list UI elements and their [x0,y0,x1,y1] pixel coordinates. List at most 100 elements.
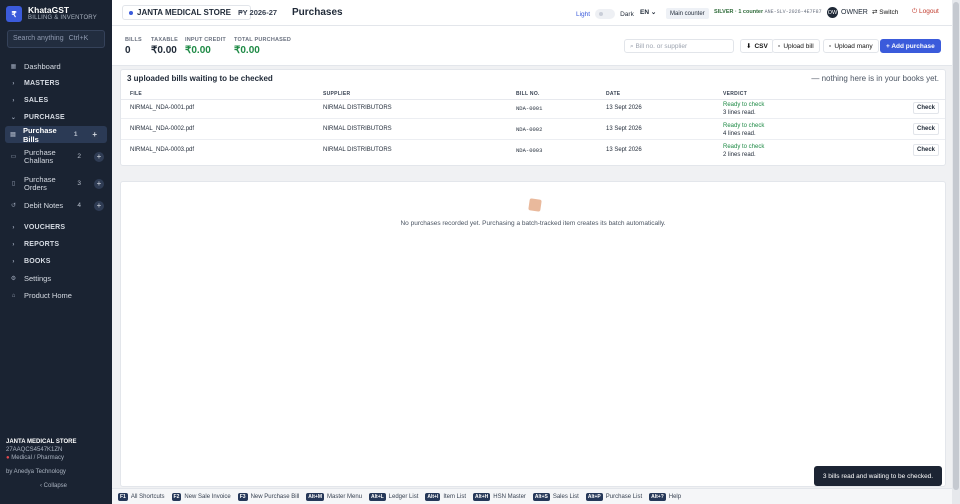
page-title: Purchases [292,7,343,18]
file-name[interactable]: NIRMAL_NDA-0002.pdf [130,126,194,132]
home-icon: ⌂ [11,292,16,299]
sidebar-section-sales[interactable]: › SALES [0,92,112,109]
check-button[interactable]: Check [913,123,939,135]
verdict-lines: 3 lines read. [723,110,756,116]
shortcut-label: Master Menu [327,493,363,500]
sidebar-item-label: Purchase Bills [22,125,57,144]
language-selector[interactable]: EN ⌄ [640,8,656,16]
box-icon [528,198,542,212]
stats-bar: BILLS 0 TAXABLE ₹0.00 INPUT CREDIT ₹0.00 TO… [112,26,952,66]
store-name: JANTA MEDICAL STORE [6,439,77,445]
chevron-right-icon: › [12,97,15,104]
sidebar-section-label: MASTERS [24,80,60,87]
upload-many-button[interactable]: ▫ Upload many [823,39,879,53]
upload-bill-button[interactable]: ▫ Upload bill [772,39,820,53]
check-button[interactable]: Check [913,144,939,156]
sidebar-item-settings[interactable]: ⚙ Settings [0,270,112,287]
counter-badge[interactable]: Main counter [666,8,709,19]
sidebar-item-count: 4 [77,202,81,209]
file-name[interactable]: NIRMAL_NDA-0001.pdf [130,105,194,111]
gear-icon: ⚙ [10,276,17,282]
theme-toggle[interactable] [595,9,616,19]
add-purchase-order-button[interactable]: + [94,178,104,189]
sidebar-item-purchase-challans[interactable]: ▭ Purchase Challans 2 + [0,143,112,170]
shortcut-key[interactable]: F2 [171,492,182,501]
verdict: Ready to check 2 lines read. [723,143,764,159]
switch-button[interactable]: ⇄ Switch [872,8,898,16]
sidebar-item-label: Purchase Challans [24,147,56,165]
sidebar-item-count: 3 [77,179,81,187]
shortcut-label: Purchase List [605,493,643,500]
table-row: NIRMAL_NDA-0002.pdf NIRMAL DISTRIBUTORS … [121,119,945,140]
logout-button[interactable]: ⏻ Logout [912,8,939,16]
column-date: DATE [606,91,621,97]
sidebar-item-purchase-orders[interactable]: ▯ Purchase Orders 3 + [0,170,112,197]
sidebar-section-label: REPORTS [24,241,60,248]
debit-note-icon: ↺ [10,203,17,209]
sidebar-item-purchase-bills[interactable]: ▤ Purchase Bills 1 + [5,125,107,144]
theme-light-label: Light [576,10,591,18]
verdict-status: Ready to check [723,123,765,129]
shortcut-key[interactable]: Alt+I [425,492,441,501]
add-purchase-challan-button[interactable]: + [94,151,104,162]
chevron-right-icon: › [12,241,15,248]
dashboard-icon: ▦ [10,64,17,70]
collapse-button[interactable]: ‹ Collapse [40,482,76,490]
avatar[interactable]: OW [827,7,838,18]
switch-label: Switch [879,9,899,16]
sidebar-item-debit-notes[interactable]: ↺ Debit Notes 4 + [0,197,112,214]
verdict-lines: 4 lines read. [723,131,756,137]
bill-number: NDA-0001 [516,105,543,112]
rupee-logo-icon: ₹ [6,6,22,22]
sidebar-section-purchase[interactable]: ⌄ PURCHASE [0,109,112,126]
search-input[interactable]: Search anything Ctrl+K [7,30,105,48]
add-debit-note-button[interactable]: + [94,200,104,211]
sidebar-item-label: Debit Notes [24,201,64,210]
shortcut-key[interactable]: Alt+M [306,492,325,501]
pharmacy-icon: ● [6,455,10,461]
theme-switch[interactable]: Light Dark [576,9,634,19]
sidebar-nav: ▦ Dashboard › MASTERS › SALES ⌄ PURCHASE ▤ Pu… [0,58,112,304]
brand-subtitle: BILLING & INVENTORY [28,15,97,21]
toast-notification[interactable]: 3 bills read and waiting to be checked. [814,466,942,486]
fy-selector[interactable]: FY 2026-27 [238,8,277,17]
stat-value: ₹0.00 [185,45,211,56]
download-icon: ⬇ [746,43,752,50]
shortcut-label: New Purchase Bill [250,493,300,500]
shortcut-key[interactable]: F1 [118,492,128,501]
page-scrollbar[interactable] [952,0,960,504]
sidebar-section-masters[interactable]: › MASTERS [0,75,112,92]
shortcut-key[interactable]: Alt+L [369,492,386,501]
column-verdict: VERDICT [723,91,748,97]
sidebar-item-dashboard[interactable]: ▦ Dashboard [0,58,112,75]
bill-search-input[interactable]: ⌕ Bill no. or supplier [624,39,734,53]
shortcut-key[interactable]: Alt+H [473,492,491,501]
tier-label: SILVER · 1 counter [714,9,764,15]
scrollbar-thumb[interactable] [953,2,959,490]
sidebar-section-reports[interactable]: › REPORTS [0,236,112,253]
shortcut-key[interactable]: Alt+P [585,492,603,501]
brand[interactable]: ₹ KhataGST BILLING & INVENTORY [6,6,97,22]
add-purchase-bill-button[interactable]: + [90,129,100,140]
shortcut-key[interactable]: Alt+S [532,492,550,501]
sidebar-item-product-home[interactable]: ⌂ Product Home [0,287,112,304]
column-file: FILE [130,91,143,97]
supplier-name: NIRMAL DISTRIBUTORS [323,105,392,111]
vendor-credit: by Anedya Technology [6,469,66,475]
verdict: Ready to check 4 lines read. [723,122,764,138]
check-button[interactable]: Check [913,102,939,114]
store-type: Medical / Pharmacy [11,455,64,461]
shortcut-key[interactable]: Alt+? [649,492,666,501]
store-selector[interactable]: JANTA MEDICAL STORE ▼ [122,5,251,20]
add-purchase-button[interactable]: + Add purchase [880,39,941,53]
logout-label: Logout [918,8,939,15]
file-name[interactable]: NIRMAL_NDA-0003.pdf [130,147,194,153]
sidebar-section-vouchers[interactable]: › VOUCHERS [0,219,112,236]
theme-dark-label: Dark [620,10,634,18]
sidebar-section-label: PURCHASE [24,114,65,121]
shortcut-key[interactable]: F3 [237,492,248,501]
csv-button[interactable]: ⬇ CSV [740,39,774,53]
search-shortcut: Ctrl+K [68,35,89,42]
sidebar-section-books[interactable]: › BOOKS [0,253,112,270]
chevron-right-icon: › [12,258,15,265]
